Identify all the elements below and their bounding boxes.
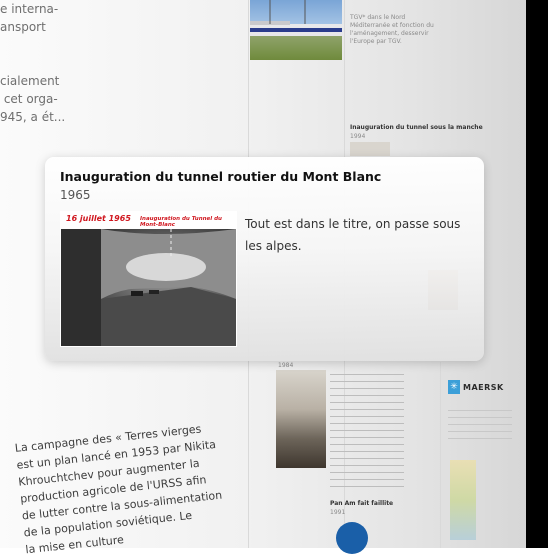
- popup-year: 1965: [60, 188, 91, 202]
- year-1984: 1984: [278, 362, 294, 369]
- event-popup[interactable]: Inauguration du tunnel routier du Mont B…: [45, 157, 484, 361]
- maersk-logo: ✳ MAERSK: [448, 372, 506, 402]
- tgv-train-photo[interactable]: [250, 0, 342, 60]
- photo-date: 16 juillet 1965: [66, 214, 131, 223]
- channel-tunnel-heading: Inauguration du tunnel sous la manche: [350, 124, 483, 131]
- popup-description: Tout est dans le titre, on passe sous le…: [245, 217, 461, 253]
- train-caption: TGV* dans le Nord Méditerranée et foncti…: [350, 14, 434, 45]
- ship-photo[interactable]: [276, 370, 326, 468]
- screen-edge: [526, 0, 548, 548]
- map-thumbnail[interactable]: [450, 460, 476, 540]
- left-page-text: e interna- ansport cialement cet orga- 9…: [0, 2, 66, 124]
- popup-photo[interactable]: 16 juillet 1965 Inauguration du Tunnel d…: [60, 211, 237, 347]
- popup-title: Inauguration du tunnel routier du Mont B…: [60, 169, 382, 184]
- channel-tunnel-thumbnail[interactable]: [350, 142, 390, 156]
- page-divider: [440, 362, 441, 548]
- ship-caption-lines: [330, 368, 404, 488]
- maersk-wordmark: MAERSK: [463, 382, 504, 392]
- photo-caption: Inauguration du Tunnel du Mont-Blanc: [140, 216, 222, 228]
- virgin-lands-text: La campagne des « Terres vierges est un …: [14, 422, 223, 557]
- channel-tunnel-year: 1994: [350, 133, 366, 140]
- tunnel-photo: [61, 229, 236, 346]
- panam-heading: Pan Am fait faillite: [330, 500, 394, 507]
- panam-logo: [336, 522, 368, 554]
- tunnel-icon: [61, 229, 236, 346]
- panam-year: 1991: [330, 509, 346, 516]
- train-icon: [250, 0, 342, 36]
- maersk-star-icon: ✳: [448, 380, 460, 394]
- maersk-caption-lines: [448, 404, 512, 444]
- photo-header: 16 juillet 1965 Inauguration du Tunnel d…: [60, 211, 237, 229]
